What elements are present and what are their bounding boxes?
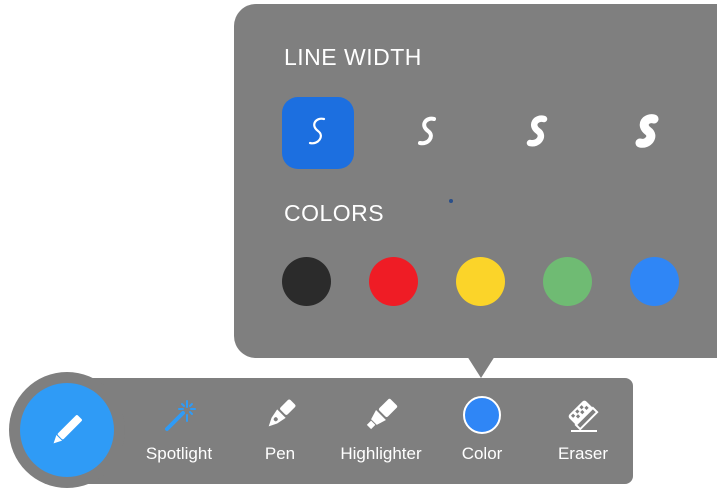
magic-wand-icon bbox=[165, 400, 196, 431]
tool-color[interactable]: Color bbox=[455, 392, 509, 470]
color-swatch-green[interactable] bbox=[543, 257, 592, 306]
annotation-tools-ui: LINE WIDTH COLORS Spotlight Pen Highligh… bbox=[0, 0, 717, 490]
pencil-icon bbox=[53, 415, 82, 444]
line-width-medium-option[interactable] bbox=[392, 97, 464, 169]
squiggle-thick-icon bbox=[526, 115, 548, 147]
highlighter-icon bbox=[366, 398, 398, 430]
tool-color-label: Color bbox=[461, 444, 503, 463]
tool-highlighter-label: Highlighter bbox=[340, 444, 422, 463]
tool-pen-label: Pen bbox=[264, 444, 296, 463]
tool-eraser[interactable]: Eraser bbox=[553, 392, 613, 470]
squiggle-extra-thick-icon bbox=[635, 114, 659, 148]
colors-heading: COLORS bbox=[284, 200, 385, 226]
squiggle-medium-icon bbox=[418, 116, 436, 146]
line-width-heading: LINE WIDTH bbox=[284, 44, 422, 70]
color-swatch-black[interactable] bbox=[282, 257, 331, 306]
color-swatch-blue[interactable] bbox=[630, 257, 679, 306]
eraser-icon bbox=[568, 400, 599, 432]
color-swatch-yellow[interactable] bbox=[456, 257, 505, 306]
color-circle-icon bbox=[463, 396, 501, 434]
tool-highlighter[interactable]: Highlighter bbox=[334, 392, 428, 470]
tool-eraser-label: Eraser bbox=[557, 444, 609, 463]
color-swatch-red[interactable] bbox=[369, 257, 418, 306]
pen-nib-icon bbox=[268, 399, 296, 427]
tool-spotlight[interactable]: Spotlight bbox=[140, 392, 218, 470]
tool-pen[interactable]: Pen bbox=[258, 392, 302, 470]
squiggle-thin-icon bbox=[308, 117, 326, 145]
pencil-fab-button[interactable] bbox=[20, 383, 114, 477]
line-width-extra-thick-option[interactable] bbox=[612, 97, 684, 169]
popover-arrow bbox=[467, 356, 495, 378]
tool-spotlight-label: Spotlight bbox=[145, 444, 213, 463]
line-width-thick-option[interactable] bbox=[502, 97, 574, 169]
line-width-thin-option[interactable] bbox=[282, 97, 354, 169]
stray-dot bbox=[449, 199, 453, 203]
